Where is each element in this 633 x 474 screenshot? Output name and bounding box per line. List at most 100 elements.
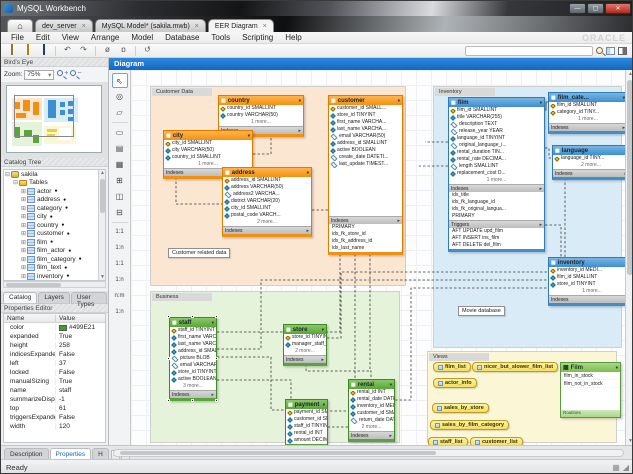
tree-item-inventory[interactable]: ⊞inventory● (4, 272, 105, 281)
er-column[interactable]: store_id TINYINT (549, 281, 625, 288)
er-column[interactable]: payment_id SMAL... (286, 409, 327, 416)
view-actor-info[interactable]: actor_info (433, 378, 477, 388)
expand-arrow-icon[interactable]: ▾ (323, 402, 325, 408)
property-row-height[interactable]: height258 (4, 341, 105, 350)
property-row-left[interactable]: left37 (4, 359, 105, 368)
tab-mysql-model-sakila-mwb[interactable]: MySQL Model* (sakila.mwb)× (95, 19, 206, 32)
tab-dev-server[interactable]: dev_server× (35, 19, 93, 32)
collapse-icon[interactable]: ⊟ (4, 171, 11, 178)
history-icon[interactable]: ↺ (141, 45, 154, 56)
section-bar-indexes[interactable]: Indexes▸ (549, 123, 625, 131)
rel-n-m-identifying-tool[interactable]: n:m (112, 289, 128, 304)
er-column[interactable]: active BOOLEAN (329, 147, 402, 154)
er-table-header[interactable]: ▦customer▾ (329, 96, 402, 105)
tree-item-film-text[interactable]: ⊞film_text● (4, 264, 105, 273)
expand-icon[interactable]: ⊞ (20, 256, 27, 263)
tree-item-customer[interactable]: ⊞customer● (4, 230, 105, 239)
tree-item-category[interactable]: ⊞category● (4, 204, 105, 213)
tab-layers[interactable]: Layers (38, 292, 70, 303)
save-model-icon[interactable] (37, 45, 50, 56)
er-column[interactable]: address VARCHAR(50) (223, 184, 311, 191)
tab-user-types[interactable]: User Types (71, 292, 107, 303)
er-column[interactable]: amount DECIMAL(... (286, 437, 327, 444)
selection-handle[interactable] (167, 357, 170, 360)
home-tab[interactable]: ⌂ (7, 19, 33, 32)
expand-icon[interactable]: ⊞ (20, 239, 27, 246)
tree-item-address[interactable]: ⊞address● (4, 196, 105, 205)
er-column[interactable]: picture BLOB (170, 355, 216, 362)
er-column[interactable]: language_id TINY... (553, 155, 625, 162)
er-index-row[interactable]: idx_fk_store_id (329, 231, 402, 238)
tree-item-film-actor[interactable]: ⊞film_actor● (4, 247, 105, 256)
expand-arrow-icon[interactable]: ▾ (248, 133, 250, 139)
tree-item-city[interactable]: ⊞city● (4, 213, 105, 222)
scroll-up-arrow-icon[interactable]: ▲ (626, 70, 633, 78)
er-column[interactable]: rental_duration TIN... (449, 149, 544, 156)
property-row-color[interactable]: color#499E21 (4, 323, 105, 332)
close-tab-icon[interactable]: × (263, 23, 267, 30)
layout-grid-icon[interactable]: ▦ (612, 463, 620, 472)
note-customer-related-data[interactable]: Customer related data (168, 248, 230, 258)
undo-icon[interactable]: ↶ (61, 45, 74, 56)
menu-database[interactable]: Database (159, 33, 205, 42)
property-row-width[interactable]: width120 (4, 422, 105, 431)
er-column[interactable]: postal_code VARCH... (223, 212, 311, 219)
er-table-header[interactable]: ▦store▾ (284, 325, 326, 334)
tab-eer-diagram[interactable]: EER Diagram× (208, 19, 274, 32)
image-tool[interactable]: ▦ (112, 157, 128, 172)
er-column[interactable]: original_language_i... (449, 142, 544, 149)
er-column[interactable]: active BOOLEAN (170, 376, 216, 383)
er-column[interactable]: customer_id SMAL... (349, 410, 394, 417)
catalog-tree-vscrollbar[interactable]: ▲▼ (98, 170, 105, 280)
diagram-canvas[interactable]: Customer DataInventoryBusinessViews (131, 70, 625, 445)
selection-handle[interactable] (215, 357, 218, 360)
routine-group-tool[interactable]: ⊟ (112, 205, 128, 220)
toggle-left-panel-icon[interactable] (606, 47, 615, 55)
er-column[interactable]: address2 VARCHA... (223, 191, 311, 198)
er-column[interactable]: replacement_cost D... (449, 170, 544, 177)
selection-handle[interactable] (215, 399, 218, 402)
expand-icon[interactable]: ⊞ (20, 222, 27, 229)
er-column[interactable]: store_id TINYINT (329, 112, 402, 119)
er-column[interactable]: address_id SMALL... (170, 348, 216, 355)
er-column[interactable]: city_id SMALLINT (164, 140, 252, 147)
view-film-list[interactable]: film_list (433, 362, 471, 372)
er-index-row[interactable]: PRIMARY (449, 213, 544, 220)
er-table-header[interactable]: ▦address▾ (223, 168, 311, 177)
tree-item-country[interactable]: ⊞country● (4, 221, 105, 230)
section-bar-indexes[interactable]: Indexes▸ (329, 216, 402, 224)
er-table-customer[interactable]: ▦customer▾customer_id SMALL...store_id T… (328, 95, 403, 255)
menu-scripting[interactable]: Scripting (236, 33, 279, 42)
er-column[interactable]: rental_id INT (286, 430, 327, 437)
view-staff-list[interactable]: staff_list (428, 437, 468, 445)
expand-icon[interactable]: ⊞ (20, 247, 27, 254)
property-row-summarizedisplay[interactable]: summarizeDisplay-1 (4, 395, 105, 404)
new-document-icon[interactable] (5, 45, 18, 56)
section-bar-indexes[interactable]: Indexes▸ (553, 169, 625, 177)
zoom-select[interactable]: 75% ▾ (24, 70, 54, 80)
menu-view[interactable]: View (56, 33, 85, 42)
property-row-triggersexpanded[interactable]: triggersExpandedFalse (4, 413, 105, 422)
routine-group-header[interactable]: ▦Film▾ (561, 363, 620, 372)
er-table-store[interactable]: ▦store▾store_id TINYINTmanager_staff_i..… (283, 324, 327, 366)
section-bar-indexes[interactable]: Indexes▸ (284, 355, 326, 363)
er-index-row[interactable]: idx_title (449, 192, 544, 199)
tree-item-tables[interactable]: ⊟Tables (4, 179, 105, 188)
er-table-header[interactable]: ▦inventory▾ (549, 258, 625, 267)
layer-tool[interactable]: ▭ (112, 125, 128, 140)
er-column[interactable]: staff_id TINYINT (286, 423, 327, 430)
er-index-row[interactable]: AFT UPDATE upd_film (449, 228, 544, 235)
note-movie-database[interactable]: Movie database (458, 306, 505, 316)
section-bar-indexes[interactable]: Indexes▸ (449, 184, 544, 192)
er-column[interactable]: store_id TINYINT (170, 369, 216, 376)
er-column[interactable]: last_update TIMEST... (329, 161, 402, 168)
er-column[interactable]: length SMALLINT (449, 163, 544, 170)
toggle-grid-icon[interactable]: ø (101, 45, 114, 56)
er-column[interactable]: first_name VARCH... (170, 334, 216, 341)
er-column[interactable]: address_id SMALLINT (223, 177, 311, 184)
er-table-payment[interactable]: ▦payment▾payment_id SMAL...customer_id S… (285, 399, 328, 445)
er-table-header[interactable]: ▦film▾ (449, 98, 544, 107)
rel-1-n-non-identifying-tool[interactable]: 1:n (112, 241, 128, 256)
er-column[interactable]: rental_id INT (349, 389, 394, 396)
er-column[interactable]: address_id SMALLINT (329, 140, 402, 147)
